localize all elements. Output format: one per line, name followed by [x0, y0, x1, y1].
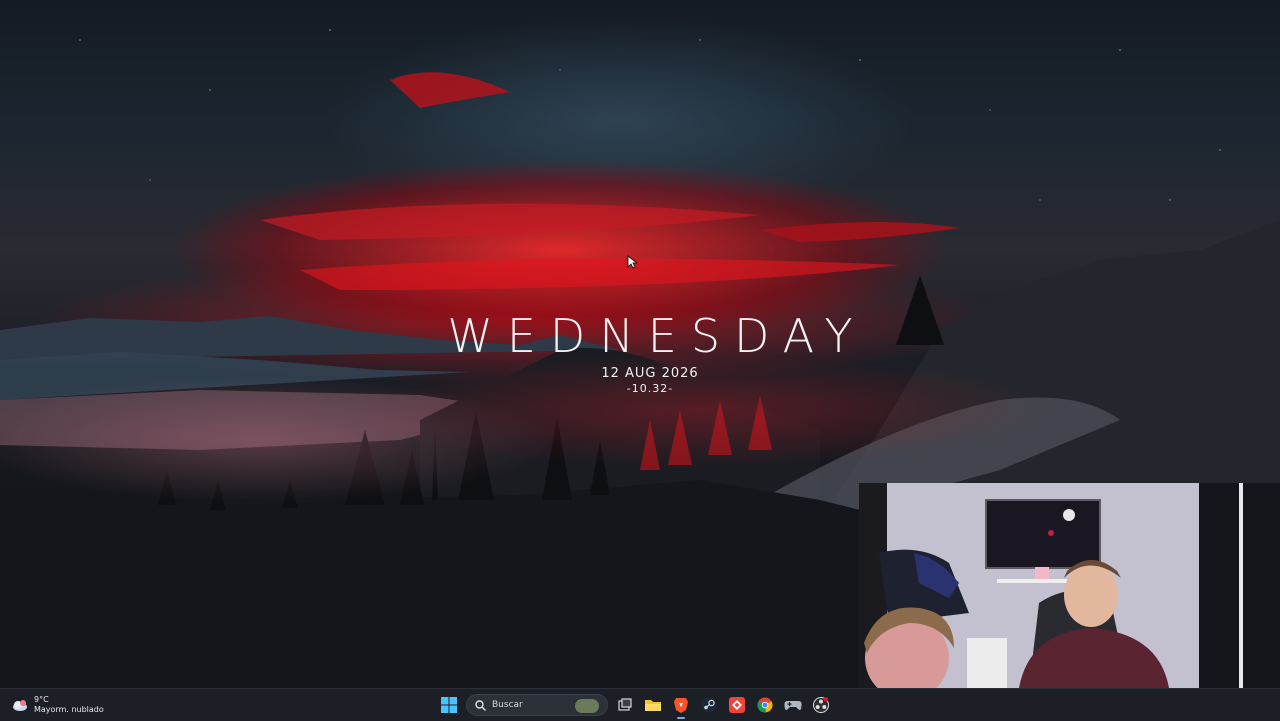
desktop-clock-widget: WEDNESDAY 12 AUG 2026 -10.32-	[400, 306, 900, 395]
file-explorer-button[interactable]	[642, 694, 664, 716]
brave-lion-icon	[674, 698, 688, 713]
folder-icon	[645, 700, 661, 711]
brave-button[interactable]	[670, 694, 692, 719]
date-text: 12 AUG 2026	[601, 366, 699, 381]
weather-condition: Mayorm. nublado	[34, 705, 104, 714]
start-button[interactable]	[438, 694, 460, 716]
taskbar-center: Buscar	[438, 693, 832, 719]
time-text: -10.32-	[626, 382, 674, 395]
active-indicator	[677, 717, 685, 719]
task-view-icon	[618, 698, 632, 711]
chrome-icon	[757, 697, 773, 713]
webcam-feed-image	[859, 483, 1280, 688]
taskbar: 9°C Mayorm. nublado Buscar	[0, 688, 1280, 721]
steam-button[interactable]	[698, 694, 720, 716]
windows-logo-icon	[441, 697, 457, 713]
search-placeholder: Buscar	[492, 700, 523, 710]
gamepad-icon	[784, 701, 802, 710]
search-highlight-icon	[575, 699, 599, 713]
obs-icon	[813, 697, 829, 713]
controller-button[interactable]	[782, 694, 804, 716]
weather-cloud-icon	[12, 697, 28, 713]
weather-temperature: 9°C	[34, 695, 49, 704]
taskbar-search[interactable]: Buscar	[466, 694, 608, 716]
anydesk-button[interactable]	[726, 694, 748, 716]
obs-button[interactable]	[810, 694, 832, 716]
task-view-button[interactable]	[614, 694, 636, 716]
chrome-button[interactable]	[754, 694, 776, 716]
anydesk-icon	[729, 697, 745, 713]
steam-icon	[701, 697, 717, 713]
day-name: WEDNESDAY	[447, 309, 867, 363]
weather-widget[interactable]: 9°C Mayorm. nublado	[12, 692, 104, 718]
search-icon	[475, 699, 486, 711]
webcam-overlay	[859, 483, 1280, 688]
mouse-cursor-icon	[627, 255, 637, 269]
